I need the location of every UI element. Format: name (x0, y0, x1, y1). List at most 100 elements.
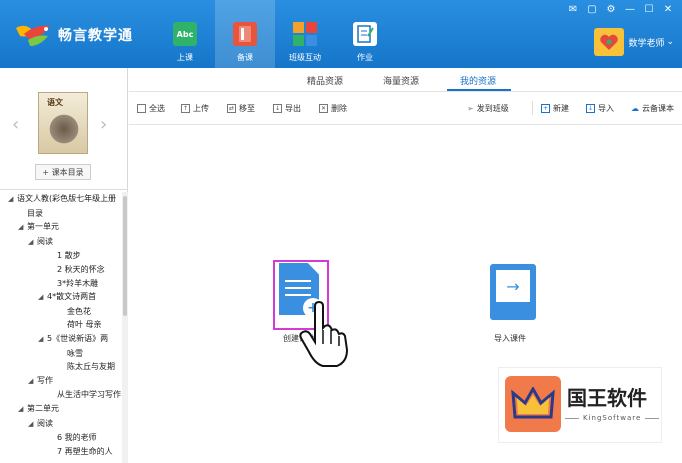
tree-item-label: 陈太丘与友期 (67, 362, 115, 372)
tree-item-label: 第一单元 (27, 222, 59, 232)
chevron-right-icon[interactable]: › (100, 114, 107, 135)
tree-item[interactable]: 咏雪 (0, 347, 122, 361)
tab-massive[interactable]: 海量资源 (383, 74, 419, 87)
expand-toggle-icon[interactable]: ◢ (28, 375, 37, 389)
app-logo: 畅言教学通 (14, 20, 133, 50)
expand-toggle-icon[interactable]: ◢ (38, 333, 47, 347)
tree-item-label: 1 散步 (57, 251, 81, 261)
nav-homework[interactable]: 作业 (335, 0, 395, 68)
tab-premium[interactable]: 精品资源 (307, 74, 343, 87)
trash-icon: ✕ (319, 104, 328, 113)
divider (645, 418, 659, 419)
tree-item-label: 金色花 (67, 306, 91, 316)
book-selector: ‹ 语文 › + 课本目录 (0, 68, 128, 190)
minimize-icon[interactable]: — (624, 4, 636, 15)
book-cover-title: 语文 (47, 98, 63, 107)
tree-item[interactable]: ◢ 阅读 (0, 417, 122, 432)
expand-toggle-icon[interactable]: ◢ (18, 403, 27, 417)
tree-item[interactable]: 1 散步 (0, 249, 122, 263)
select-all-label: 全选 (149, 104, 165, 113)
toc-button[interactable]: + 课本目录 (35, 164, 91, 180)
tree-item-label: 目录 (27, 208, 43, 218)
move-button[interactable]: ⇄ 移至 (227, 103, 255, 114)
upload-button[interactable]: ↑ 上传 (181, 103, 209, 114)
expand-toggle-icon[interactable]: ◢ (28, 236, 37, 250)
tree-item[interactable]: ◢ 第一单元 (0, 220, 122, 235)
checkbox-icon (137, 104, 146, 113)
tree-item-label: 咏雪 (67, 348, 83, 358)
tree-scroll-thumb[interactable] (123, 196, 127, 316)
tree-item[interactable]: 荷叶 母亲 (0, 318, 122, 332)
chapter-tree: ◢ 语文人教(彩色版七年级上册 目录 ◢ 第一单元 ◢ 阅读 1 散步 2 秋天的怀念 3*羚羊木… (0, 192, 122, 463)
export-button[interactable]: ↓ 导出 (273, 103, 301, 114)
tree-item[interactable]: 从生活中学习写作 (0, 388, 122, 402)
tree-item-label: 第二单元 (27, 403, 59, 413)
chat-icon[interactable]: ▢ (586, 4, 598, 15)
book-icon (233, 22, 257, 46)
import-button[interactable]: ↓ 导入 (586, 103, 614, 114)
tree-item-label: 5《世说新语》两 (47, 333, 109, 343)
toolbar: 全选 ↑ 上传 ⇄ 移至 ↓ 导出 ✕ 删除 ➢ 发到班级 + 新建 ↓ 导入 … (129, 93, 682, 125)
chevron-down-icon[interactable]: ⌄ (666, 37, 674, 47)
close-icon[interactable]: ✕ (662, 4, 674, 15)
tree-item-label: 语文人教(彩色版七年级上册 (17, 194, 117, 203)
send-class-button[interactable]: ➢ 发到班级 (467, 103, 509, 114)
mail-icon[interactable]: ✉ (567, 4, 579, 15)
tree-item-label: 荷叶 母亲 (67, 320, 102, 330)
cloud-icon: ☁ (631, 104, 639, 113)
export-label: 导出 (285, 104, 301, 113)
blocks-icon (293, 22, 317, 46)
hand-cursor-icon (299, 300, 349, 367)
expand-toggle-icon[interactable]: ◢ (38, 291, 47, 305)
tree-item[interactable]: 6 我的老师 (0, 431, 122, 445)
tree-item[interactable]: 陈太丘与友期 (0, 360, 122, 374)
tree-item[interactable]: ◢ 写作 (0, 374, 122, 389)
settings-icon[interactable]: ⚙ (605, 4, 617, 15)
tree-item[interactable]: 2 秋天的怀念 (0, 263, 122, 277)
user-menu[interactable]: 数学老师 ⌄ (594, 28, 674, 56)
tree-item[interactable]: ◢ 5《世说新语》两 (0, 332, 122, 347)
send-class-label: 发到班级 (476, 104, 509, 113)
tree-item[interactable]: 金色花 (0, 305, 122, 319)
tree-item-label: 7 再塑生命的人 (57, 446, 113, 456)
nav-interaction[interactable]: 班级互动 (275, 0, 335, 68)
main-nav: Abc 上课 备课 班级互动 作业 (155, 0, 395, 68)
tree-item[interactable]: ◢ 4*散文诗两首 (0, 290, 122, 305)
export-icon: ↓ (273, 104, 282, 113)
document-lines (285, 280, 311, 301)
nav-label: 作业 (357, 53, 373, 62)
nav-prepare[interactable]: 备课 (215, 0, 275, 68)
app-header: 畅言教学通 Abc 上课 备课 班级互动 作业 ✉ ▢ ⚙ — ☐ ✕ 数学老师… (0, 0, 682, 68)
tree-item[interactable]: 目录 (0, 207, 122, 221)
watermark-title: 国王软件 (567, 386, 647, 410)
tree-item[interactable]: ◢ 第二单元 (0, 402, 122, 417)
tree-item-label: 写作 (37, 375, 53, 385)
book-cover[interactable]: 语文 (38, 92, 88, 154)
tree-item[interactable]: 3*羚羊木雕 (0, 277, 122, 291)
watermark: 国王软件 KingSoftware (498, 367, 662, 443)
new-button[interactable]: + 新建 (541, 103, 569, 114)
expand-toggle-icon[interactable]: ◢ (28, 418, 37, 432)
crown-logo-icon (505, 376, 561, 432)
tree-item[interactable]: 7 再塑生命的人 (0, 445, 122, 459)
maximize-icon[interactable]: ☐ (643, 4, 655, 15)
tab-mine[interactable]: 我的资源 (460, 74, 496, 87)
nav-class[interactable]: Abc 上课 (155, 0, 215, 68)
homework-icon (353, 22, 377, 46)
tree-item-label: 4*散文诗两首 (47, 292, 97, 302)
expand-toggle-icon[interactable]: ◢ (8, 193, 17, 207)
chevron-left-icon[interactable]: ‹ (12, 114, 19, 135)
nav-label: 备课 (237, 53, 253, 62)
tree-item[interactable]: ◢ 阅读 (0, 235, 122, 250)
expand-toggle-icon[interactable]: ◢ (18, 221, 27, 235)
move-icon: ⇄ (227, 104, 236, 113)
plus-icon: + (541, 104, 550, 113)
bird-logo-icon (16, 25, 50, 46)
select-all-checkbox[interactable]: 全选 (137, 103, 165, 114)
cloud-button[interactable]: ☁ 云备课本 (631, 103, 674, 114)
nav-label: 上课 (177, 53, 193, 62)
new-label: 新建 (553, 104, 569, 113)
delete-button[interactable]: ✕ 删除 (319, 103, 347, 114)
user-name: 数学老师 (628, 38, 665, 49)
tree-item[interactable]: ◢ 语文人教(彩色版七年级上册 (0, 192, 122, 207)
